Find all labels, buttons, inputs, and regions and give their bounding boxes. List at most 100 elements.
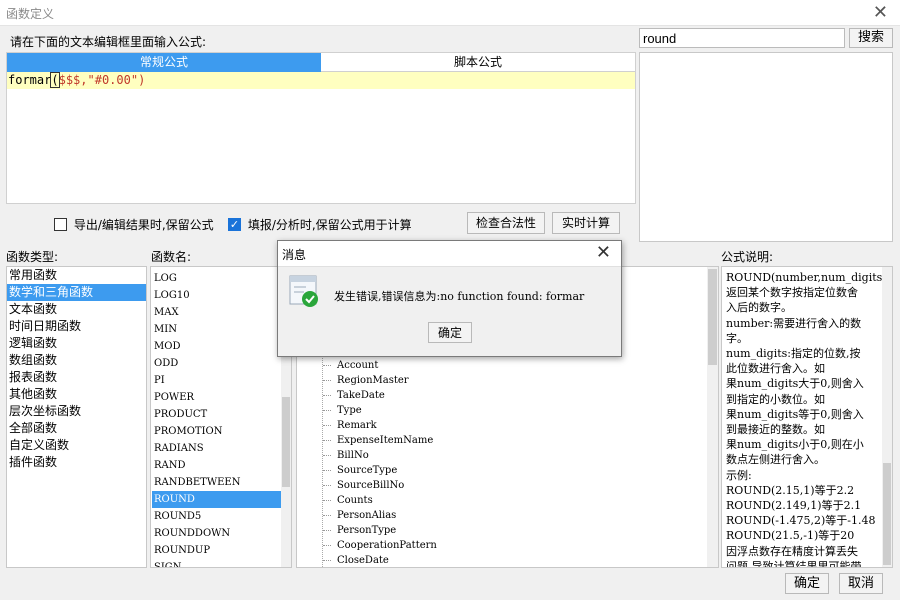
search-results-panel[interactable] bbox=[639, 52, 893, 242]
category-item[interactable]: 数组函数 bbox=[7, 352, 146, 369]
field-tree-item[interactable]: CooperationPattern bbox=[297, 538, 702, 553]
description-line: 果num_digits小于0,则在小 bbox=[726, 438, 864, 452]
field-tree-item[interactable]: SourceType bbox=[297, 463, 702, 478]
description-line: 到指定的小数位。如 bbox=[726, 392, 825, 406]
function-item[interactable]: ROUNDDOWN bbox=[152, 525, 281, 542]
function-item[interactable]: PRODUCT bbox=[152, 406, 281, 423]
editor-instruction: 请在下面的文本编辑框里面输入公式: bbox=[10, 35, 207, 49]
field-tree-item[interactable]: Counts bbox=[297, 493, 702, 508]
function-item[interactable]: MIN bbox=[152, 321, 281, 338]
description-line: ROUND(number,num_digits): bbox=[726, 271, 891, 284]
formula-function-name: formar bbox=[8, 73, 52, 87]
function-list-scroll-thumb[interactable] bbox=[282, 397, 290, 487]
description-line: 字。 bbox=[726, 331, 748, 345]
description-scrollbar[interactable] bbox=[882, 267, 892, 567]
title-bar: 函数定义 ✕ bbox=[0, 0, 900, 26]
field-tree-scrollbar[interactable] bbox=[707, 267, 718, 567]
field-tree-item[interactable]: TakeDate bbox=[297, 388, 702, 403]
category-item[interactable]: 时间日期函数 bbox=[7, 318, 146, 335]
function-list[interactable]: LOG LOG10 MAX MIN MOD ODD PI POWER PRODUCT PROMOT… bbox=[150, 266, 292, 568]
field-tree-item[interactable]: Type bbox=[297, 403, 702, 418]
description-line: ROUND(21.5,-1)等于20 bbox=[726, 529, 855, 543]
description-line: 因浮点数存在精度计算丢失 bbox=[726, 544, 858, 558]
tab-script-formula[interactable]: 脚本公式 bbox=[321, 53, 635, 72]
keep-formula-fill-label: 填报/分析时,保留公式用于计算 bbox=[247, 218, 412, 232]
field-tree-scroll-thumb[interactable] bbox=[708, 269, 717, 365]
search-button[interactable]: 搜索 bbox=[849, 28, 893, 48]
function-item[interactable]: RAND bbox=[152, 457, 281, 474]
category-item[interactable]: 自定义函数 bbox=[7, 437, 146, 454]
window-title: 函数定义 bbox=[6, 7, 55, 21]
function-item[interactable]: MOD bbox=[152, 338, 281, 355]
function-label: 函数名: bbox=[151, 250, 192, 264]
description-line: 果num_digits等于0,则舍入 bbox=[726, 407, 864, 421]
function-item[interactable]: LOG10 bbox=[152, 287, 281, 304]
formula-open-paren: ( bbox=[50, 72, 60, 88]
ok-button[interactable]: 确定 bbox=[785, 573, 829, 594]
description-scroll-thumb[interactable] bbox=[883, 463, 891, 565]
field-tree-item[interactable]: PersonAlias bbox=[297, 508, 702, 523]
category-item[interactable]: 数学和三角函数 bbox=[7, 284, 146, 301]
field-tree-item[interactable]: RegionMaster bbox=[297, 373, 702, 388]
info-check-icon bbox=[288, 275, 320, 309]
description-line: 此位数进行舍入。如 bbox=[726, 362, 825, 376]
function-item[interactable]: RADIANS bbox=[152, 440, 281, 457]
tab-normal-formula[interactable]: 常规公式 bbox=[7, 53, 321, 72]
category-item[interactable]: 其他函数 bbox=[7, 386, 146, 403]
description-line: ROUND(2.149,1)等于2.1 bbox=[726, 499, 862, 513]
close-icon[interactable]: ✕ bbox=[873, 2, 888, 23]
category-label: 函数类型: bbox=[6, 250, 59, 264]
function-item[interactable]: LOG bbox=[152, 270, 281, 287]
category-item[interactable]: 文本函数 bbox=[7, 301, 146, 318]
description-line: number:需要进行舍入的数 bbox=[726, 316, 862, 330]
formula-text[interactable]: formar($$$,"#0.00") bbox=[8, 72, 146, 88]
keep-formula-fill-checkbox[interactable]: ✓ bbox=[228, 218, 241, 231]
function-item[interactable]: ROUND5 bbox=[152, 508, 281, 525]
category-item[interactable]: 全部函数 bbox=[7, 420, 146, 437]
description-line: 返回某个数字按指定位数舍 bbox=[726, 286, 858, 300]
category-item[interactable]: 层次坐标函数 bbox=[7, 403, 146, 420]
keep-formula-fill-option[interactable]: ✓ 填报/分析时,保留公式用于计算 bbox=[228, 216, 412, 232]
field-tree-item[interactable]: SourceBillNo bbox=[297, 478, 702, 493]
function-item[interactable]: POWER bbox=[152, 389, 281, 406]
function-item[interactable]: RANDBETWEEN bbox=[152, 474, 281, 491]
realtime-calc-button[interactable]: 实时计算 bbox=[552, 212, 620, 234]
category-list[interactable]: 常用函数 数学和三角函数 文本函数 时间日期函数 逻辑函数 数组函数 报表函数 其他函数 层次坐… bbox=[6, 266, 147, 568]
function-item[interactable]: SIGN bbox=[152, 559, 281, 567]
function-item[interactable]: PROMOTION bbox=[152, 423, 281, 440]
field-tree-item[interactable]: ExpenseItemName bbox=[297, 433, 702, 448]
description-panel: ROUND(number,num_digits): 返回某个数字按指定位数舍 入后的… bbox=[721, 266, 893, 568]
field-tree-item[interactable]: BillNo bbox=[297, 448, 702, 463]
field-tree-item[interactable]: CloseDate bbox=[297, 553, 702, 567]
message-dialog: 消息 ✕ 发生错误,错误信息为:no function found: forma… bbox=[277, 240, 622, 357]
dialog-title: 消息 bbox=[282, 248, 307, 262]
cancel-button[interactable]: 取消 bbox=[839, 573, 883, 594]
function-item[interactable]: ODD bbox=[152, 355, 281, 372]
formula-arguments: $$$,"#0.00") bbox=[58, 73, 146, 87]
dialog-message: 发生错误,错误信息为:no function found: formar bbox=[334, 288, 584, 304]
function-item[interactable]: MAX bbox=[152, 304, 281, 321]
function-item[interactable]: ROUNDUP bbox=[152, 542, 281, 559]
category-item[interactable]: 报表函数 bbox=[7, 369, 146, 386]
category-item[interactable]: 插件函数 bbox=[7, 454, 146, 471]
dialog-title-bar: 消息 ✕ bbox=[278, 241, 621, 267]
dialog-ok-button[interactable]: 确定 bbox=[428, 322, 472, 343]
formula-editor[interactable]: 常规公式 脚本公式 formar($$$,"#0.00") bbox=[6, 52, 636, 204]
keep-formula-export-checkbox[interactable] bbox=[54, 218, 67, 231]
description-line: num_digits:指定的位数,按 bbox=[726, 347, 861, 361]
description-line: 问题,导致计算结果里可能带 bbox=[726, 559, 862, 568]
function-item[interactable]: PI bbox=[152, 372, 281, 389]
description-line: 示例: bbox=[726, 468, 752, 482]
keep-formula-export-option[interactable]: 导出/编辑结果时,保留公式 bbox=[54, 216, 214, 232]
description-line: ROUND(-1.475,2)等于-1.48 bbox=[726, 514, 876, 528]
field-tree-item[interactable]: Account bbox=[297, 358, 702, 373]
category-item[interactable]: 逻辑函数 bbox=[7, 335, 146, 352]
field-tree-item[interactable]: PersonType bbox=[297, 523, 702, 538]
category-item[interactable]: 常用函数 bbox=[7, 267, 146, 284]
check-validity-button[interactable]: 检查合法性 bbox=[467, 212, 545, 234]
description-line: 果num_digits大于0,则舍入 bbox=[726, 377, 864, 391]
field-tree-item[interactable]: Remark bbox=[297, 418, 702, 433]
dialog-close-icon[interactable]: ✕ bbox=[596, 242, 611, 263]
search-input[interactable] bbox=[639, 28, 845, 48]
function-item[interactable]: ROUND bbox=[152, 491, 281, 508]
